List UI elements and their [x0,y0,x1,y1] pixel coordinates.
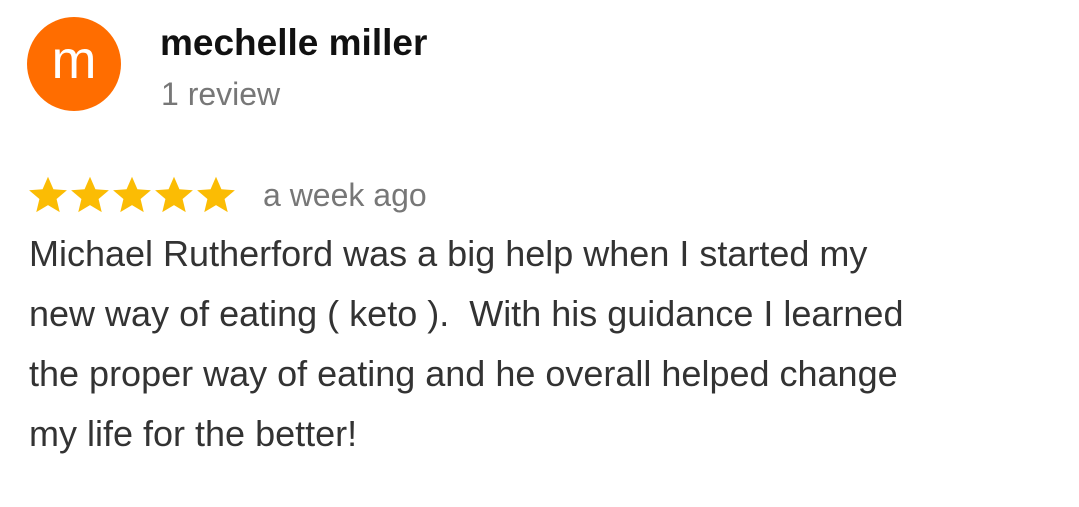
review-text-line: new way of eating ( keto ). With his gui… [29,293,904,334]
review-count[interactable]: 1 review [161,76,280,113]
review-text: Michael Rutherford was a big help when I… [29,224,1069,464]
star-filled-icon [155,176,193,213]
star-filled-icon [113,176,151,213]
review-text-line: Michael Rutherford was a big help when I… [29,233,868,274]
review-text-line: the proper way of eating and he overall … [29,353,898,394]
reviewer-name[interactable]: mechelle miller [160,22,427,64]
star-filled-icon [71,176,109,213]
avatar-letter: m [51,30,97,90]
avatar[interactable]: m [27,17,121,111]
star-filled-icon [29,176,67,213]
star-rating [27,174,237,216]
review-card: m mechelle miller 1 review a week ago Mi… [0,0,1079,507]
review-text-line: my life for the better! [29,413,358,454]
review-time: a week ago [263,176,427,213]
rating-row: a week ago [27,172,427,218]
star-filled-icon [197,176,235,213]
